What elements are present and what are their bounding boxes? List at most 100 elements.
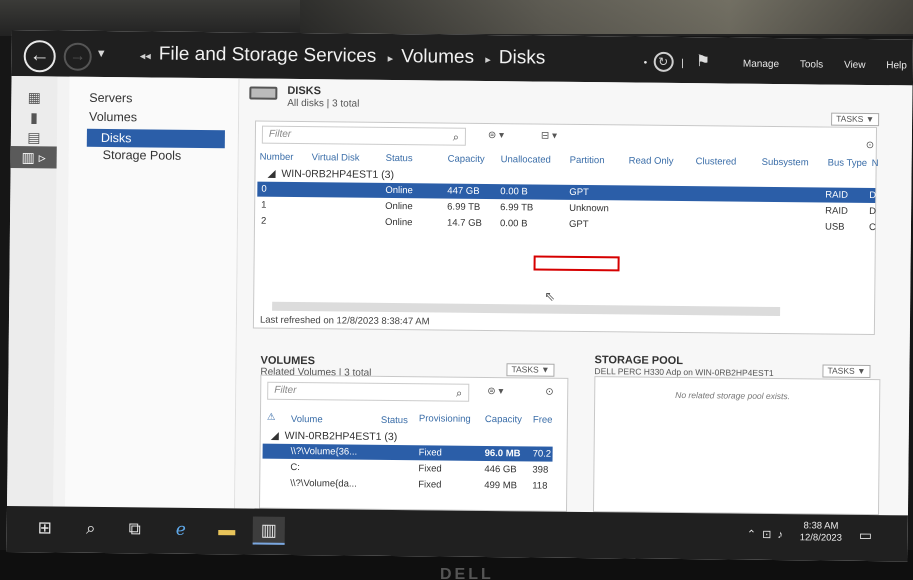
file-storage-icon[interactable]: ▥ ▹ [10,145,57,169]
chevron-down-icon: ▼ [95,47,107,60]
system-tray: ⌃ ⊡ ♪ [747,528,783,541]
cell-capacity: 447 GB [447,185,480,197]
storage-pool-panel: No related storage pool exists. [592,376,881,516]
disks-group-header[interactable]: ◢ WIN-0RB2HP4EST1 (3) [267,168,394,181]
col-clustered[interactable]: Clustered [696,156,737,167]
cell-volume: C: [290,461,300,474]
nav-item-volumes[interactable]: Volumes [89,110,137,125]
menu-manage[interactable]: Manage [743,59,779,70]
disks-filter-input[interactable]: Filter ⌕ [261,125,467,146]
menu-help[interactable]: Help [886,60,907,71]
search-icon[interactable]: ⌕ [75,515,107,543]
volumes-tasks-button[interactable]: TASKS ▼ [506,363,555,377]
cell-capacity: 6.99 TB [447,201,481,213]
col-volume[interactable]: Volume [291,414,323,425]
disks-title: DISKS [287,84,322,98]
task-view-icon[interactable]: ⧉ [119,515,151,543]
forward-button[interactable]: → [63,42,92,71]
breadcrumb-item-disks: Disks [498,47,546,69]
col-virtual-disk[interactable]: Virtual Disk [312,152,360,164]
horizontal-scrollbar[interactable] [272,301,781,317]
search-icon[interactable]: ⌕ [453,130,459,146]
col-partition[interactable]: Partition [570,155,605,166]
cell-status: Online [385,184,413,197]
col-bus-type[interactable]: Bus Type [828,158,868,169]
table-row[interactable]: C: Fixed 446 GB 398 [262,460,552,478]
tasks-label: TASKS [827,365,855,376]
cell-provisioning: Fixed [418,463,442,475]
col-status[interactable]: Status [386,153,413,164]
cell-volume: \\?\Volume{36... [290,445,358,458]
dropdown-icon[interactable]: • [644,58,648,69]
cell-extra: D [869,189,877,202]
separator: | [681,58,684,70]
col-status[interactable]: Status [381,415,408,426]
main-content: DISKS All disks | 3 total TASKS ▼ Filter… [235,78,913,516]
volumes-group-header[interactable]: ◢ WIN-0RB2HP4EST1 (3) [271,430,398,443]
col-read-only[interactable]: Read Only [629,155,674,166]
internet-explorer-icon[interactable]: ℯ [165,516,197,544]
cell-free: 70.2 [532,448,552,460]
cell-capacity: 499 MB [484,479,518,492]
collapse-icon[interactable]: ◢ [271,430,279,442]
list-view-icon[interactable]: ⊜ ▾ [488,130,504,141]
save-query-icon[interactable]: ⊟ ▾ [541,131,557,142]
col-n[interactable]: N [872,158,879,169]
nav-item-disks[interactable]: Disks [86,128,225,149]
cell-status: Online [385,200,413,213]
notification-icon[interactable]: ▭ [859,527,872,544]
col-number[interactable]: Number [260,152,294,163]
disks-tasks-button[interactable]: TASKS ▼ [831,112,880,127]
clock[interactable]: 8:38 AM 12/8/2023 [800,520,843,544]
volumes-filter-input[interactable]: Filter ⌕ [267,381,470,402]
col-unallocated[interactable]: Unallocated [501,154,551,166]
flag-icon[interactable]: ⚑ [696,51,711,71]
list-view-icon[interactable]: ⊜ ▾ [487,386,503,397]
menu-tools[interactable]: Tools [800,59,823,70]
col-free[interactable]: Free [533,414,553,425]
table-row[interactable]: \\?\Volume{da... Fixed 499 MB 118 [262,476,552,494]
clock-date: 12/8/2023 [799,532,843,544]
history-dropdown[interactable]: ▼ [96,48,107,60]
cell-unallocated: 6.99 TB [500,202,534,214]
breadcrumb-item-volumes[interactable]: Volumes [401,46,474,68]
windows-start-icon[interactable]: ⊞ [29,514,61,542]
col-capacity[interactable]: Capacity [448,154,485,165]
collapse-icon[interactable]: ◢ [267,168,275,180]
server-manager-icon[interactable]: ▥ [252,516,285,545]
cell-extra: D [869,205,877,218]
expand-icon[interactable]: ⊙ [545,387,554,398]
photo-frame: DELL ← → ▼ ◂◂ File and Storage Services ▸… [0,0,913,580]
col-provisioning[interactable]: Provisioning [419,413,471,425]
table-row[interactable]: \\?\Volume{36... Fixed 96.0 MB 70.2 [262,443,553,462]
refresh-icon[interactable]: ↻ [653,51,674,72]
cell-unallocated: 0.00 B [500,186,528,198]
breadcrumb-item-file-storage[interactable]: File and Storage Services [159,44,377,67]
speaker-icon[interactable]: ♪ [777,529,783,541]
breadcrumb: ◂◂ File and Storage Services ▸ Volumes ▸ Di… [140,43,552,69]
taskbar: ⊞ ⌕ ⧉ ℯ ▬ ▥ ⌃ ⊡ ♪ 8:38 AM 12/8/2023 ▭ [6,505,908,562]
volumes-title: VOLUMES [260,354,316,368]
file-explorer-icon[interactable]: ▬ [211,516,243,544]
nav-item-storage-pools[interactable]: Storage Pools [103,148,182,163]
arrow-left-icon: ← [29,44,50,67]
menu-view[interactable]: View [844,60,866,71]
last-refreshed: Last refreshed on 12/8/2023 8:38:47 AM [259,314,430,328]
col-capacity[interactable]: Capacity [485,414,522,425]
col-subsystem[interactable]: Subsystem [762,157,809,168]
cell-capacity: 446 GB [484,463,517,476]
back-button[interactable]: ← [23,40,56,73]
network-icon[interactable]: ⊡ [762,529,771,541]
chevron-up-icon[interactable]: ⌃ [747,529,756,541]
cell-partition: Unknown [569,202,609,215]
search-icon[interactable]: ⌕ [456,386,462,402]
cell-bus-type: RAID [825,189,849,201]
tasks-label: TASKS [511,364,539,375]
expand-icon[interactable]: ⊙ [866,140,875,151]
storage-pool-tasks-button[interactable]: TASKS ▼ [822,364,871,379]
warning-icon: ⚠ [266,411,276,423]
nav-item-servers[interactable]: Servers [89,91,132,105]
chevron-down-icon: ▼ [857,365,866,376]
monitor-brand: DELL [440,566,494,580]
cell-number: 2 [260,215,267,227]
